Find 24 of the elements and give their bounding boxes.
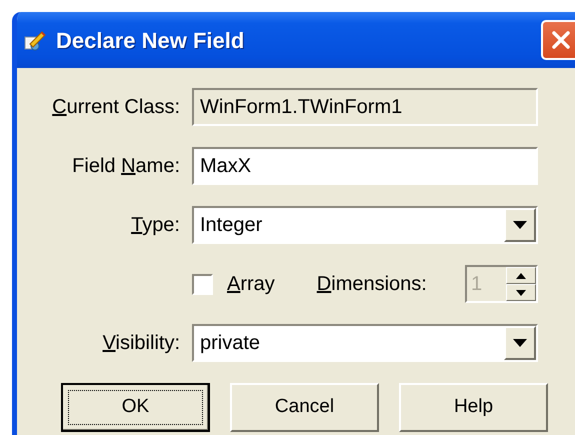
spinner-label: Dimensions: bbox=[316, 272, 427, 297]
dialog-button[interactable]: OK bbox=[61, 383, 210, 432]
field-label: Field Name: bbox=[71, 154, 180, 179]
window-title: Declare New Field bbox=[56, 26, 244, 54]
text-field[interactable]: MaxX bbox=[192, 147, 538, 185]
down-arrow-icon bbox=[516, 290, 526, 296]
dialog-button[interactable]: Help bbox=[399, 383, 548, 432]
dropdown-button[interactable] bbox=[504, 326, 536, 360]
field-label: Visibility: bbox=[102, 331, 180, 356]
dropdown[interactable]: Integer bbox=[192, 206, 538, 244]
dropdown-value: private bbox=[200, 331, 260, 356]
dialog-button[interactable]: Cancel bbox=[230, 383, 379, 432]
close-icon bbox=[551, 30, 571, 50]
field-label: Type: bbox=[130, 213, 180, 238]
dropdown-arrow-icon bbox=[513, 339, 527, 347]
field-label: Current Class: bbox=[51, 95, 180, 120]
dropdown-button[interactable] bbox=[504, 208, 536, 242]
spinner-value: 1 bbox=[470, 272, 484, 297]
checkbox[interactable] bbox=[192, 274, 213, 294]
dropdown-value: Integer bbox=[200, 213, 262, 238]
checkbox-label: Array bbox=[227, 272, 275, 297]
up-arrow-icon bbox=[516, 272, 526, 278]
dropdown-arrow-icon bbox=[513, 221, 527, 229]
dropdown[interactable]: private bbox=[192, 324, 538, 362]
